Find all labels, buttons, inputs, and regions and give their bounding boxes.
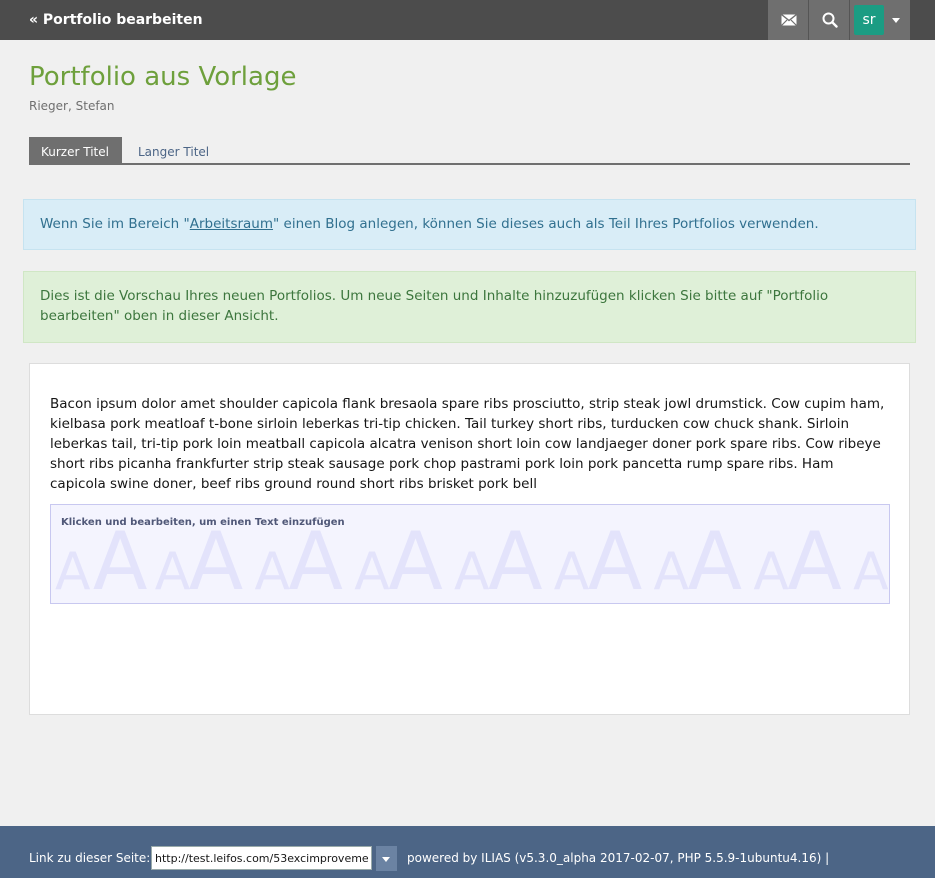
portfolio-page-content: Bacon ipsum dolor amet shoulder capicola… [29,363,910,715]
success-alert: Dies ist die Vorschau Ihres neuen Portfo… [23,271,916,343]
svg-text:A: A [588,515,643,604]
tab-kurzer-titel[interactable]: Kurzer Titel [29,137,122,163]
portfolio-owner: Rieger, Stefan [29,99,115,113]
svg-text:A: A [454,542,490,602]
svg-text:A: A [654,542,690,602]
svg-text:A: A [554,542,590,602]
powered-by-text: powered by ILIAS (v5.3.0_alpha 2017-02-0… [407,851,830,865]
tab-bar: Kurzer Titel Langer Titel [29,137,910,165]
arbeitsraum-link[interactable]: Arbeitsraum [190,216,273,232]
back-to-portfolio-edit-link[interactable]: « Portfolio bearbeiten [29,0,203,40]
info-alert-prefix: Wenn Sie im Bereich " [40,216,190,232]
svg-text:A: A [787,515,842,604]
text-placeholder[interactable]: Klicken und bearbeiten, um einen Text ei… [50,504,890,604]
svg-text:A: A [354,542,390,602]
mail-icon [780,14,797,26]
content-paragraph: Bacon ipsum dolor amet shoulder capicola… [50,396,885,492]
info-alert-suffix: " einen Blog anlegen, können Sie dieses … [273,216,819,232]
svg-text:A: A [55,542,91,602]
svg-text:A: A [255,542,291,602]
search-button[interactable] [809,0,850,40]
svg-text:A: A [288,515,343,604]
user-menu-button[interactable]: sr [850,0,910,40]
svg-text:A: A [189,515,244,604]
svg-text:A: A [93,515,148,604]
avatar: sr [854,5,884,35]
info-alert: Wenn Sie im Bereich "Arbeitsraum" einen … [23,199,916,250]
page-link-input[interactable] [151,846,372,870]
chevron-down-icon [892,18,900,23]
tab-langer-titel[interactable]: Langer Titel [126,137,221,163]
svg-text:A: A [753,542,789,602]
svg-text:A: A [388,515,443,604]
mail-button[interactable] [768,0,809,40]
top-bar: « Portfolio bearbeiten sr [0,0,935,40]
chevron-down-icon [382,857,390,862]
page-link-dropdown-button[interactable] [375,846,397,871]
page-title: Portfolio aus Vorlage [29,62,297,92]
placeholder-label: Klicken und bearbeiten, um einen Text ei… [61,517,345,528]
svg-text:A: A [687,515,742,604]
svg-text:A: A [853,542,889,602]
page-link-label: Link zu dieser Seite: [29,851,151,865]
footer: Link zu dieser Seite: powered by ILIAS (… [0,826,935,878]
svg-text:A: A [488,515,543,604]
search-icon [822,12,838,28]
svg-text:A: A [155,542,191,602]
